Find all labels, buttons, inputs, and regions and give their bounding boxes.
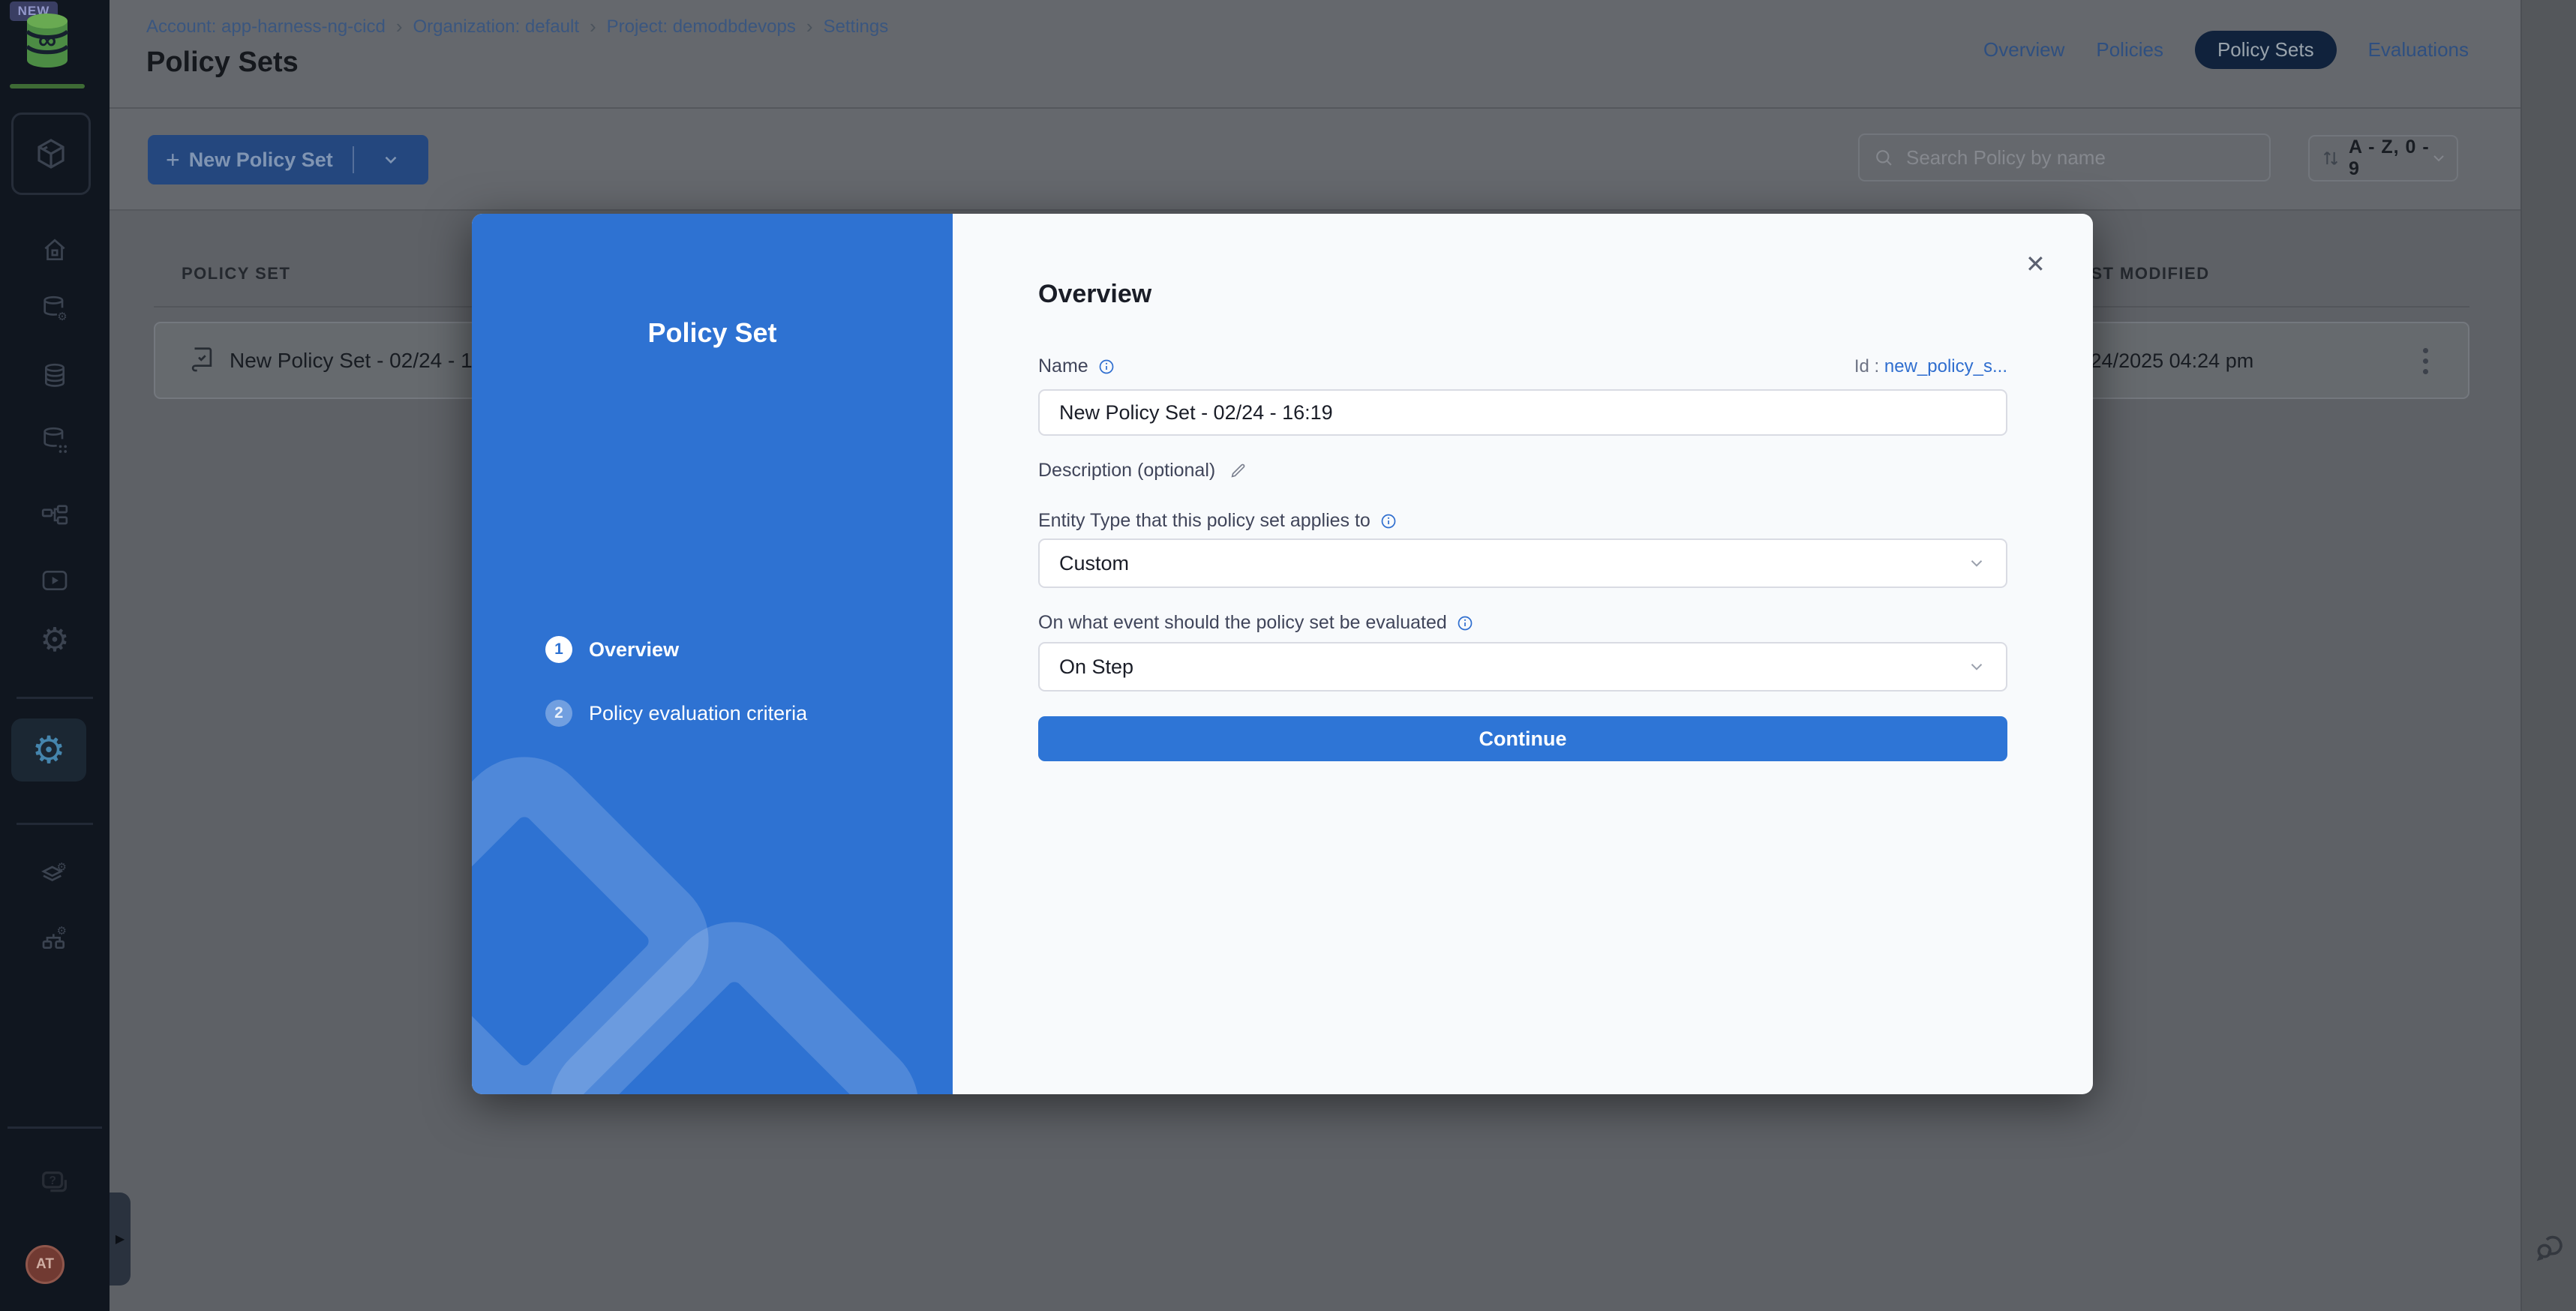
name-input[interactable]: New Policy Set - 02/24 - 16:19 <box>1038 389 2007 436</box>
wizard-panel: Policy Set 1 Overview 2 Policy evaluatio… <box>472 214 953 1094</box>
breadcrumb-separator: › <box>396 15 403 38</box>
tab-evaluations[interactable]: Evaluations <box>2368 38 2469 62</box>
tab-overview[interactable]: Overview <box>1983 38 2064 62</box>
wizard-content-panel: ✕ Overview Name Id : new_policy_s... New <box>953 214 2093 1094</box>
new-policy-set-dropdown-toggle[interactable] <box>354 150 428 170</box>
sidebar-divider <box>8 1126 102 1129</box>
close-icon[interactable]: ✕ <box>2025 250 2046 278</box>
sidebar: NEW ∞ ⚙ <box>0 0 110 1311</box>
event-value: On Step <box>1059 656 1133 679</box>
step-number: 2 <box>545 700 572 727</box>
event-label: On what event should the policy set be e… <box>1038 612 1447 634</box>
sort-label: A - Z, 0 - 9 <box>2349 136 2430 180</box>
gear-icon: ⚙ <box>32 731 66 769</box>
info-icon <box>1380 512 1398 530</box>
sidebar-item-home[interactable] <box>0 236 110 264</box>
sidebar-item-executions-play[interactable] <box>0 566 110 596</box>
tab-policies[interactable]: Policies <box>2096 38 2163 62</box>
policy-set-name-link[interactable]: New Policy Set - 02/24 - 16:19 <box>230 349 513 373</box>
modal-heading: Overview <box>1038 280 1151 309</box>
svg-text:⚙: ⚙ <box>56 861 66 874</box>
id-value-link[interactable]: new_policy_s... <box>1884 356 2007 376</box>
column-header-policy-set: POLICY SET <box>182 264 290 284</box>
module-underline <box>10 84 85 88</box>
entity-id: Id : new_policy_s... <box>1854 356 2007 377</box>
new-policy-set-label: New Policy Set <box>189 148 333 172</box>
svg-text:?: ? <box>49 1174 56 1187</box>
wizard-step-overview[interactable]: 1 Overview <box>545 636 679 663</box>
sidebar-item-settings-gear[interactable]: ⚙ <box>0 624 110 657</box>
policy-set-wizard-modal: Policy Set 1 Overview 2 Policy evaluatio… <box>472 214 2093 1094</box>
name-input-value: New Policy Set - 02/24 - 16:19 <box>1059 401 1333 424</box>
continue-button[interactable]: Continue <box>1038 716 2007 761</box>
entity-type-value: Custom <box>1059 552 1129 575</box>
search-placeholder: Search Policy by name <box>1906 146 2106 170</box>
sidebar-item-pipelines-flowchart[interactable] <box>0 501 110 531</box>
entity-type-label: Entity Type that this policy set applies… <box>1038 510 1371 532</box>
new-policy-set-button[interactable]: + New Policy Set <box>148 135 428 184</box>
sidebar-expand-handle[interactable]: ▶ <box>110 1192 131 1286</box>
support-chat-icon[interactable] <box>2532 1230 2568 1266</box>
help-chat-icon[interactable]: ? <box>0 1167 110 1202</box>
tab-policy-sets-active[interactable]: Policy Sets <box>2195 31 2337 69</box>
id-label: Id : <box>1854 356 1879 376</box>
breadcrumb-account[interactable]: Account: app-harness-ng-cicd <box>146 16 386 38</box>
sidebar-item-layers-gear[interactable]: ⚙ <box>0 860 110 890</box>
sidebar-item-database-grid[interactable] <box>0 425 110 455</box>
description-label: Description (optional) <box>1038 460 1215 482</box>
event-select[interactable]: On Step <box>1038 642 2007 692</box>
policy-set-document-icon <box>188 345 216 374</box>
entity-type-select[interactable]: Custom <box>1038 538 2007 588</box>
breadcrumb: Account: app-harness-ng-cicd › Organizat… <box>146 15 888 38</box>
wizard-step-policy-evaluation-criteria[interactable]: 2 Policy evaluation criteria <box>545 700 807 727</box>
info-icon <box>1097 358 1115 376</box>
breadcrumb-separator: › <box>806 15 813 38</box>
step-number: 1 <box>545 636 572 663</box>
scrollbar-gutter[interactable] <box>2520 0 2576 1311</box>
user-avatar[interactable]: AT <box>26 1245 65 1284</box>
sidebar-divider <box>17 823 93 825</box>
wizard-title: Policy Set <box>472 317 953 349</box>
sidebar-item-flowchart-gear[interactable]: ⚙ <box>0 924 110 954</box>
step-label: Overview <box>589 638 679 662</box>
harness-database-devops-logo-icon[interactable]: ∞ <box>23 10 72 70</box>
gear-icon: ⚙ <box>40 624 69 657</box>
info-icon <box>1456 614 1474 632</box>
breadcrumb-separator: › <box>590 15 596 38</box>
top-navigation: Overview Policies Policy Sets Evaluation… <box>1983 32 2469 68</box>
row-kebab-menu[interactable] <box>2410 342 2440 380</box>
plus-icon: + <box>166 146 180 174</box>
chevron-down-icon <box>1967 554 1986 573</box>
chevron-down-icon <box>1967 657 1986 676</box>
svg-text:⚙: ⚙ <box>56 925 66 938</box>
chevron-right-icon: ▶ <box>116 1232 125 1246</box>
edit-pencil-icon[interactable] <box>1229 461 1247 480</box>
page-title: Policy Sets <box>146 46 299 79</box>
name-label: Name <box>1038 356 1088 377</box>
sidebar-item-database-gear[interactable]: ⚙ <box>0 294 110 324</box>
sidebar-item-project-settings-active[interactable]: ⚙ <box>11 718 86 782</box>
breadcrumb-organization[interactable]: Organization: default <box>413 16 579 38</box>
svg-text:⚙: ⚙ <box>57 310 67 323</box>
sidebar-divider <box>17 697 93 699</box>
sort-dropdown[interactable]: A - Z, 0 - 9 <box>2308 135 2458 182</box>
breadcrumb-project[interactable]: Project: demodbdevops <box>607 16 796 38</box>
search-icon <box>1873 147 1894 168</box>
chevron-down-icon <box>381 150 401 170</box>
module-selector-cube-icon[interactable] <box>11 112 91 195</box>
chevron-down-icon <box>2430 149 2448 167</box>
search-input[interactable]: Search Policy by name <box>1858 134 2271 182</box>
app-root: NEW ∞ ⚙ <box>0 0 2576 1311</box>
breadcrumb-settings[interactable]: Settings <box>824 16 889 38</box>
sort-arrows-icon <box>2320 148 2341 169</box>
sidebar-item-database-stack[interactable] <box>0 362 110 392</box>
svg-text:∞: ∞ <box>38 26 56 55</box>
step-label: Policy evaluation criteria <box>589 702 807 725</box>
